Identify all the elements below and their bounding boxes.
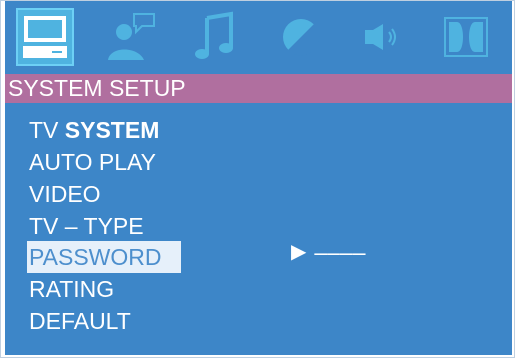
tab-system[interactable]	[16, 8, 74, 66]
menu-item-password[interactable]: PASSWORD	[27, 241, 181, 273]
menu-item-tv-system[interactable]: TV SYSTEM	[27, 114, 159, 146]
password-dashes: ––––	[314, 239, 366, 265]
music-note-icon	[195, 11, 233, 59]
password-value[interactable]: ▶ ––––	[291, 236, 366, 268]
monitor-icon	[23, 16, 67, 58]
menu-item-default[interactable]: DEFAULT	[27, 305, 131, 337]
contrast-icon	[283, 19, 320, 56]
tab-audio[interactable]	[187, 8, 245, 66]
section-title: SYSTEM SETUP	[5, 74, 512, 103]
tab-speaker[interactable]	[353, 8, 411, 66]
menu-item-bold-label: SYSTEM	[64, 117, 160, 143]
menu-item-tv-type[interactable]: TV – TYPE	[27, 210, 144, 242]
menu-item-video[interactable]: VIDEO	[27, 178, 101, 210]
menu-item-rating[interactable]: RATING	[27, 273, 114, 305]
dolby-digital-icon	[444, 17, 488, 57]
dvd-setup-osd: SYSTEM SETUP TV SYSTEM AUTO PLAY VIDEO T…	[5, 1, 512, 355]
speaker-icon	[365, 24, 396, 50]
play-arrow-icon: ▶	[291, 241, 307, 263]
screen: SYSTEM SETUP TV SYSTEM AUTO PLAY VIDEO T…	[0, 0, 515, 358]
setup-tabs	[5, 1, 512, 72]
speaking-person-icon	[108, 13, 155, 60]
tab-language[interactable]	[102, 8, 160, 66]
tab-video[interactable]	[272, 8, 330, 66]
tab-digital[interactable]	[437, 8, 495, 66]
menu-item-auto-play[interactable]: AUTO PLAY	[27, 146, 156, 178]
menu-item-prefix: TV	[29, 117, 65, 143]
